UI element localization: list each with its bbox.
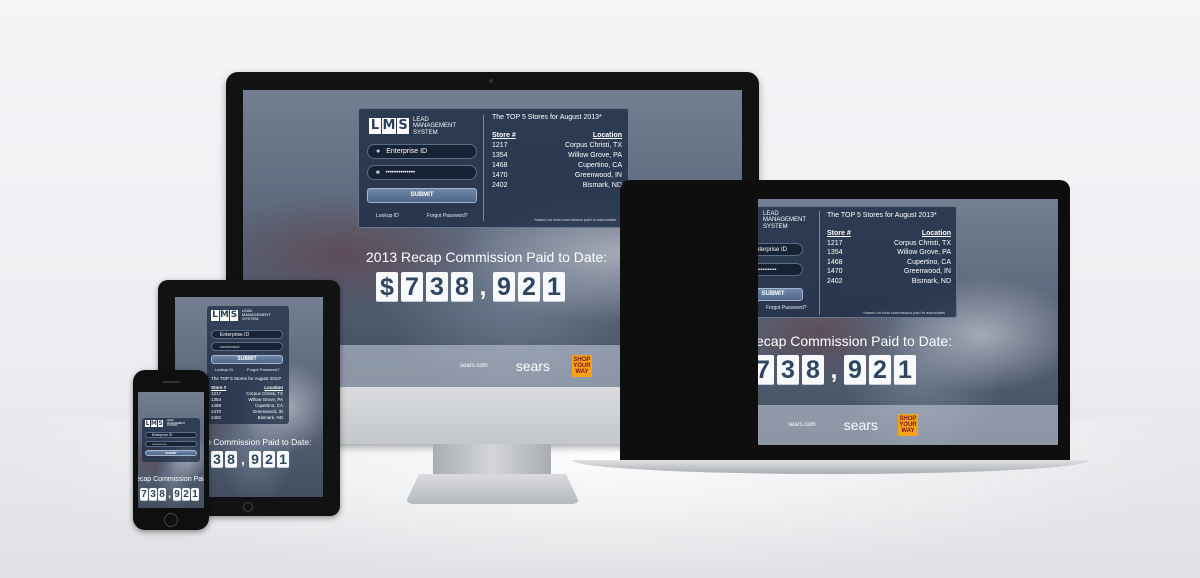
password-field[interactable]: •••••••••••••• <box>145 441 197 447</box>
lookup-id-link[interactable]: Lookup ID <box>376 213 399 219</box>
table-row: 1470 Greenwood, IN <box>492 172 622 179</box>
logo-tagline: LEAD MANAGEMENT SYSTEM <box>413 117 456 136</box>
laptop: L LEAD MANAGEMENT SYSTEM Enterprise ID •… <box>620 180 1070 463</box>
top-stores-title: The TOP 5 Stores for August 2013* <box>211 376 282 381</box>
submit-button[interactable]: SUBMIT <box>758 288 803 301</box>
logo-tagline: LEAD MANAGEMENT SYSTEM <box>242 308 271 322</box>
enterprise-id-field[interactable]: Enterprise ID <box>211 330 283 339</box>
speaker-grille <box>162 381 180 383</box>
top-stores-footnote: *based on total commission paid to assoc… <box>534 217 617 222</box>
forgot-password-link[interactable]: Forgot Password? <box>427 213 468 219</box>
table-header: Store # Location <box>492 132 622 139</box>
monitor-stand-foot <box>405 474 580 504</box>
logo-tagline: LEAD MANAGEMENT SYSTEM <box>167 419 185 428</box>
login-panel: L M S LEAD MANAGEMENT SYSTEM ● Enterpris… <box>358 108 629 228</box>
home-button <box>243 502 253 512</box>
logo-tagline: LEAD MANAGEMENT SYSTEM <box>763 211 806 230</box>
password-field[interactable]: ■ •••••••••••••• <box>367 165 477 180</box>
table-header: Store # Location <box>827 230 951 237</box>
table-row: 2402 Bismark, ND <box>211 415 283 420</box>
shop-your-way-logo[interactable]: SHOP YOUR WAY <box>897 414 918 436</box>
commission-counter: 7 3 8 , 9 2 1 <box>140 488 199 501</box>
top-stores-table: Store # Location 1217 Corpus Christi, TX 1… <box>827 229 951 286</box>
monitor-stand-neck <box>433 444 551 478</box>
top-stores-footnote: *based on total commission paid to assoc… <box>863 310 946 315</box>
commission-counter: 7 3 8 , 9 2 1 <box>197 451 289 468</box>
user-icon: ● <box>376 148 381 155</box>
login-panel: L M S LEAD MANAGEMENT SYSTEM Enterprise … <box>142 418 200 462</box>
sears-logo[interactable]: sears <box>516 358 550 374</box>
panel-divider <box>819 211 820 315</box>
table-row: 1470 Greenwood, IN <box>827 268 951 275</box>
table-row: 1217 Corpus Christi, TX <box>492 142 622 149</box>
table-row: 2402 Bismark, ND <box>492 182 622 189</box>
table-row: 1217 Corpus Christi, TX <box>827 239 951 247</box>
commission-counter: 7 3 8 , 9 2 1 <box>758 355 916 385</box>
lms-logo: L M S LEAD MANAGEMENT SYSTEM <box>211 308 282 322</box>
lms-logo: L M S LEAD MANAGEMENT SYSTEM <box>145 419 189 428</box>
enterprise-id-field[interactable]: Enterprise ID <box>145 432 197 438</box>
table-row: 1468 Cupertino, CA <box>492 162 622 169</box>
commission-counter: $ 7 3 8 , 9 2 1 <box>376 272 565 302</box>
forgot-password-link[interactable]: Forgot Password? <box>247 367 279 372</box>
top-stores-title: The TOP 5 Stores for August 2013* <box>827 212 937 219</box>
table-row: 1354 Willow Grove, PA <box>827 249 951 256</box>
table-row: 1468 Cupertino, CA <box>827 258 951 266</box>
enterprise-id-field[interactable]: ● Enterprise ID <box>367 144 477 159</box>
camera-dot <box>489 79 493 83</box>
password-field[interactable]: •••••••••••••• <box>758 263 803 276</box>
footer-brand-link[interactable]: sears.com <box>788 422 816 428</box>
login-panel: L M S LEAD MANAGEMENT SYSTEM Enterprise … <box>207 306 289 424</box>
sears-logo[interactable]: sears <box>844 417 878 433</box>
lms-logo: L LEAD MANAGEMENT SYSTEM <box>759 211 815 230</box>
submit-button[interactable]: SUBMIT <box>367 188 477 203</box>
table-row: 1354 Willow Grove, PA <box>492 152 622 159</box>
recap-caption: 2013 Recap Commission Paid to Date: <box>366 249 608 265</box>
shop-your-way-logo[interactable]: SHOP YOUR WAY <box>571 355 592 377</box>
top-stores-title: The TOP 5 Stores for August 2013* <box>492 114 602 121</box>
home-button <box>164 513 178 527</box>
submit-button[interactable]: SUBMIT <box>211 355 283 364</box>
recap-caption: ecap Commission Paid to Date: <box>758 333 953 349</box>
panel-divider <box>483 115 484 221</box>
footer-bar: sears.com sears SHOP YOUR WAY <box>758 405 1058 445</box>
laptop-screen: L LEAD MANAGEMENT SYSTEM Enterprise ID •… <box>758 199 1058 445</box>
forgot-password-link[interactable]: Forgot Password? <box>766 305 807 311</box>
password-field[interactable]: •••••••••••••• <box>211 342 283 351</box>
recap-caption: ecap Commission Paid to Date: <box>138 476 204 483</box>
enterprise-id-field[interactable]: Enterprise ID <box>758 243 803 256</box>
lms-logo: L M S LEAD MANAGEMENT SYSTEM <box>369 117 465 136</box>
table-row: 2402 Bismark, ND <box>827 277 951 285</box>
top-stores-table: Store # Location 1217 Corpus Christi, TX 1… <box>492 131 622 191</box>
lock-icon: ■ <box>376 169 380 176</box>
submit-button[interactable]: SUBMIT <box>145 450 197 456</box>
login-panel: L LEAD MANAGEMENT SYSTEM Enterprise ID •… <box>758 206 957 318</box>
top-stores-table: Store # Location 1217 Corpus Christi, TX 1… <box>211 385 283 421</box>
phone-screen: L M S LEAD MANAGEMENT SYSTEM Enterprise … <box>138 392 204 508</box>
smartphone: L M S LEAD MANAGEMENT SYSTEM Enterprise … <box>133 370 209 530</box>
lookup-id-link[interactable]: Lookup ID <box>215 367 233 372</box>
footer-brand-link[interactable]: sears.com <box>460 363 488 369</box>
